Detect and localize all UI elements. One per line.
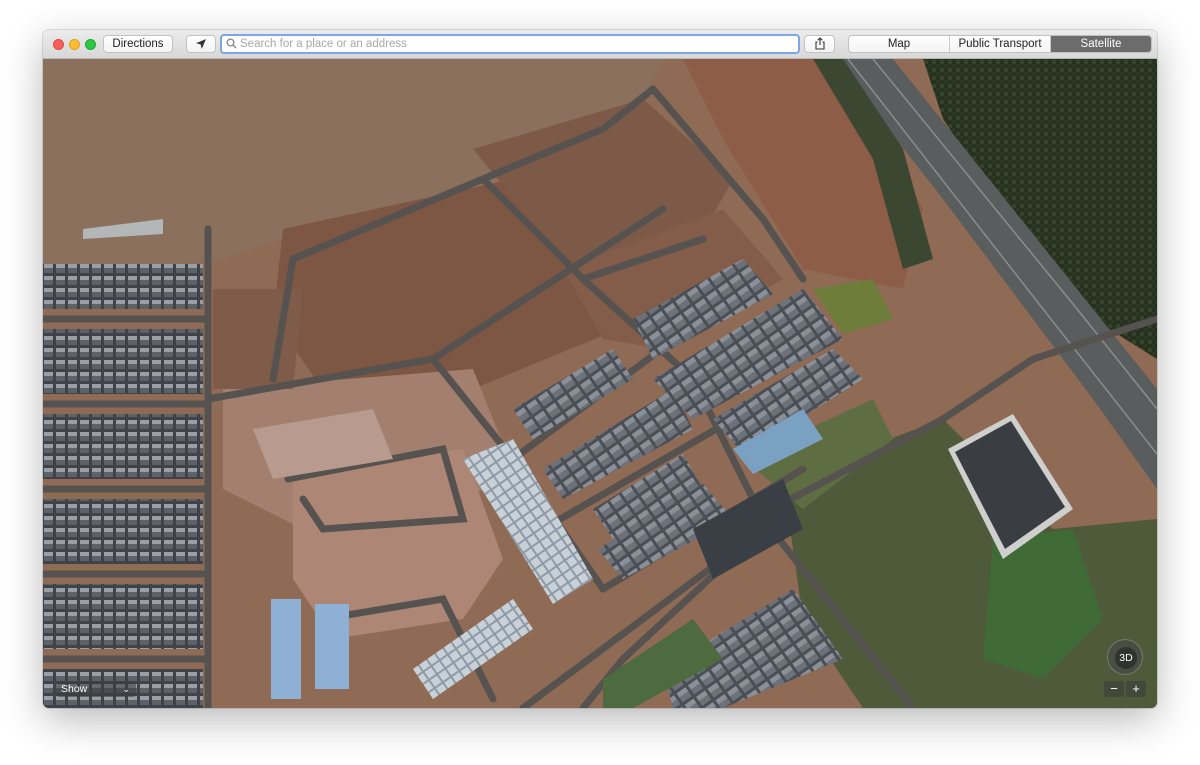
search-icon [226, 38, 237, 49]
maximize-window-button[interactable] [85, 39, 96, 50]
maps-window: Directions Search for a place or an addr… [43, 30, 1157, 708]
satellite-imagery [43, 59, 1157, 708]
current-location-button[interactable] [186, 35, 216, 53]
location-arrow-icon [196, 39, 206, 49]
close-window-button[interactable] [53, 39, 64, 50]
show-label: Show [61, 683, 88, 695]
tab-map[interactable]: Map [849, 36, 950, 52]
tab-satellite[interactable]: Satellite [1051, 36, 1151, 52]
compass-3d-control[interactable]: 3D [1107, 639, 1143, 675]
minimize-window-button[interactable] [69, 39, 80, 50]
directions-button[interactable]: Directions [103, 35, 173, 53]
zoom-controls: − + [1104, 681, 1146, 697]
toolbar: Directions Search for a place or an addr… [43, 30, 1157, 59]
share-icon [814, 37, 825, 50]
chevron-down-icon: ⌄ [122, 684, 130, 694]
zoom-in-button[interactable]: + [1126, 681, 1146, 697]
show-dropdown[interactable]: Show ⌄ [56, 682, 136, 697]
search-placeholder: Search for a place or an address [240, 38, 407, 50]
search-input[interactable]: Search for a place or an address [220, 34, 800, 54]
tab-public-transport[interactable]: Public Transport [950, 36, 1051, 52]
3d-toggle[interactable]: 3D [1115, 647, 1137, 669]
satellite-map[interactable] [43, 59, 1157, 708]
zoom-out-button[interactable]: − [1104, 681, 1124, 697]
share-button[interactable] [804, 35, 835, 53]
view-mode-switcher: Map Public Transport Satellite [848, 35, 1152, 53]
